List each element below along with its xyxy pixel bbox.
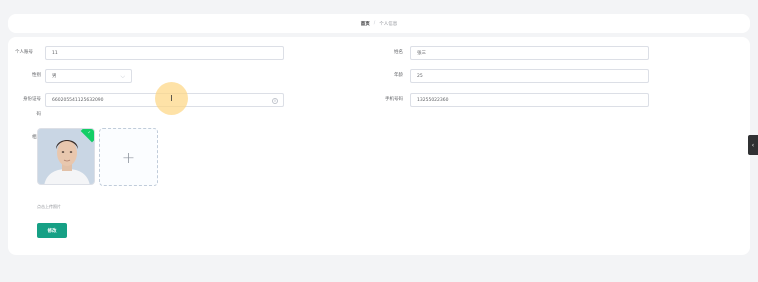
text-cursor-icon: I: [170, 94, 173, 103]
upload-hint: 点击上传照片: [37, 204, 61, 209]
id-card-label: 身份证号: [23, 97, 41, 102]
phone-label: 手机号码: [385, 97, 403, 102]
account-input[interactable]: 11: [45, 46, 284, 60]
age-label: 年龄: [394, 73, 403, 78]
age-input[interactable]: 25: [410, 69, 649, 83]
breadcrumb-home[interactable]: 首页: [361, 21, 370, 27]
breadcrumb-bar: 首页 / 个人信息: [8, 14, 750, 33]
cursor-highlight: I: [155, 82, 188, 115]
uploaded-photo[interactable]: ✓: [37, 128, 95, 185]
gender-select[interactable]: 男 ⌵: [45, 69, 132, 83]
side-collapse-tab[interactable]: ‹: [748, 135, 758, 155]
breadcrumb-separator: /: [373, 21, 376, 26]
breadcrumb-current: 个人信息: [379, 21, 398, 27]
clear-icon[interactable]: ×: [272, 97, 278, 104]
account-label: 个人账号: [15, 50, 33, 55]
name-input[interactable]: 张三: [410, 46, 649, 60]
id-card-label-wrap: 码: [36, 112, 42, 117]
gender-value: 男: [52, 74, 57, 79]
update-button[interactable]: 修改: [37, 223, 67, 238]
chevron-down-icon: ⌵: [120, 73, 125, 80]
check-icon: ✓: [87, 129, 91, 135]
id-card-value: 660205541125632090: [52, 97, 104, 103]
phone-input[interactable]: 13255022360: [410, 93, 649, 107]
gender-label: 性别: [32, 73, 41, 78]
name-label: 姓名: [394, 50, 403, 55]
add-photo-button[interactable]: +: [99, 128, 158, 186]
